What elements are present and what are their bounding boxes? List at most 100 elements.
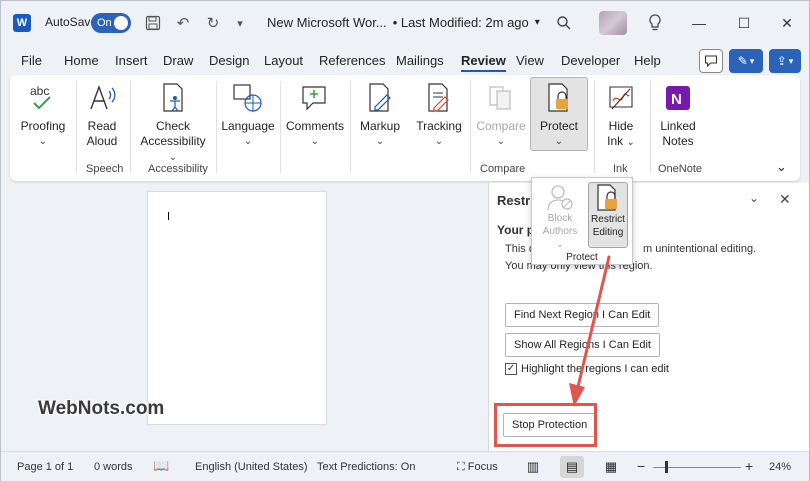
- language-status[interactable]: English (United States): [195, 461, 308, 473]
- avatar[interactable]: [599, 11, 627, 35]
- tracking-button[interactable]: Tracking ⌄: [414, 81, 464, 149]
- tab-file[interactable]: File: [21, 53, 42, 68]
- compare-button[interactable]: Compare ⌄: [476, 81, 526, 149]
- chevron-down-icon: ▾: [749, 55, 755, 66]
- text-predictions-status[interactable]: Text Predictions: On: [317, 461, 415, 473]
- tab-help[interactable]: Help: [634, 53, 661, 68]
- hide-ink-label-2: Ink ⌄: [607, 134, 635, 148]
- print-layout-button[interactable]: ▤: [560, 456, 584, 478]
- document-title[interactable]: New Microsoft Wor... • Last Modified: 2m…: [267, 15, 540, 30]
- stop-protection-highlight: [494, 403, 597, 447]
- divider: [350, 81, 351, 173]
- linked-notes-label-2: Notes: [662, 134, 694, 148]
- annotation-arrow: [569, 255, 611, 407]
- proofing-button[interactable]: abc Proofing ⌄: [18, 81, 68, 149]
- zoom-slider-thumb[interactable]: [665, 461, 668, 473]
- tab-mailings[interactable]: Mailings: [396, 53, 444, 68]
- tab-draw[interactable]: Draw: [163, 53, 193, 68]
- divider: [470, 81, 471, 173]
- menu-bar: File Home Insert Draw Design Layout Refe…: [1, 47, 809, 75]
- save-icon[interactable]: [143, 12, 163, 34]
- proofing-status-icon[interactable]: 📖: [153, 458, 169, 474]
- review-ribbon: abc Proofing ⌄ Read Aloud Speech Check A…: [10, 75, 800, 181]
- tab-review[interactable]: Review: [461, 53, 506, 72]
- svg-text:N: N: [671, 91, 682, 108]
- undo-icon[interactable]: ↶: [173, 12, 193, 34]
- redo-icon[interactable]: ↻: [203, 12, 223, 34]
- block-label-1: Block: [547, 213, 573, 224]
- autosave-toggle[interactable]: On: [91, 13, 131, 33]
- tab-insert[interactable]: Insert: [115, 53, 148, 68]
- block-authors-button[interactable]: Block Authors ⌄: [540, 182, 580, 251]
- page-count[interactable]: Page 1 of 1: [17, 461, 73, 473]
- protect-button[interactable]: Protect ⌄: [532, 81, 586, 149]
- block-authors-icon: [547, 185, 573, 211]
- compare-label: Compare: [476, 119, 526, 133]
- pane-options-icon[interactable]: ⌄: [749, 191, 759, 205]
- block-label-2: Authors ⌄: [542, 226, 578, 250]
- tracking-label: Tracking: [416, 119, 462, 133]
- linked-notes-button[interactable]: N Linked Notes: [656, 81, 700, 149]
- read-aloud-button[interactable]: Read Aloud: [82, 81, 122, 149]
- customize-icon[interactable]: ▾: [230, 12, 250, 34]
- collapse-ribbon-icon[interactable]: ⌄: [776, 159, 787, 175]
- tab-design[interactable]: Design: [209, 53, 249, 68]
- accessibility-icon: [156, 81, 190, 115]
- editing-mode-button[interactable]: ✎ ▾: [729, 49, 763, 73]
- comments-button[interactable]: Comments ⌄: [286, 81, 344, 149]
- word-count[interactable]: 0 words: [94, 461, 133, 473]
- hide-ink-button[interactable]: Hide Ink ⌄: [600, 81, 642, 150]
- divider: [650, 81, 651, 173]
- language-icon: [231, 81, 265, 115]
- new-comment-icon: [298, 81, 332, 115]
- tab-view[interactable]: View: [516, 53, 544, 68]
- close-icon[interactable]: ✕: [775, 11, 799, 35]
- highlight-checkbox[interactable]: ✓: [505, 363, 517, 375]
- focus-icon: ⛶: [457, 461, 465, 473]
- zoom-level[interactable]: 24%: [769, 461, 791, 473]
- share-button[interactable]: ⇪ ▾: [769, 49, 801, 73]
- pane-close-icon[interactable]: ✕: [779, 191, 791, 208]
- tab-home[interactable]: Home: [64, 53, 99, 68]
- web-layout-icon: ▦: [604, 459, 618, 474]
- focus-label: Focus: [467, 461, 498, 473]
- tab-layout[interactable]: Layout: [264, 53, 303, 68]
- tab-references[interactable]: References: [319, 53, 385, 68]
- watermark: WebNots.com: [38, 398, 165, 419]
- svg-text:abc: abc: [30, 84, 49, 98]
- check-label-2: Accessibility ⌄: [140, 134, 206, 163]
- lightbulb-icon[interactable]: [645, 12, 665, 34]
- linked-notes-label-1: Linked: [660, 119, 696, 133]
- language-button[interactable]: Language ⌄: [221, 81, 275, 149]
- restrict-editing-button[interactable]: Restrict Editing: [588, 182, 628, 248]
- group-label-onenote: OneNote: [658, 163, 703, 175]
- check-accessibility-button[interactable]: Check Accessibility ⌄: [136, 81, 210, 165]
- zoom-in-button[interactable]: +: [745, 458, 753, 474]
- focus-button[interactable]: ⛶ Focus: [457, 461, 498, 474]
- chevron-down-icon: ⌄: [554, 136, 564, 147]
- read-mode-icon: ▥: [526, 459, 540, 474]
- restrict-editing-icon: [597, 184, 617, 211]
- restrict-label-2: Editing: [592, 227, 624, 238]
- language-label: Language: [221, 119, 275, 133]
- markup-button[interactable]: Markup ⌄: [356, 81, 404, 149]
- minimize-icon[interactable]: —: [687, 11, 711, 35]
- pen-icon: ✎: [737, 54, 748, 68]
- document-page[interactable]: [147, 191, 327, 425]
- divider: [76, 81, 77, 173]
- divider: [216, 81, 217, 173]
- web-layout-button[interactable]: ▦: [599, 456, 623, 478]
- chevron-down-icon: ▾: [788, 55, 794, 66]
- maximize-icon[interactable]: ☐: [732, 11, 756, 35]
- tab-developer[interactable]: Developer: [561, 53, 620, 68]
- search-icon[interactable]: [554, 12, 574, 34]
- zoom-out-button[interactable]: −: [637, 458, 645, 474]
- read-aloud-label-1: Read: [87, 119, 117, 133]
- comments-pane-button[interactable]: [699, 49, 723, 73]
- onenote-icon: N: [661, 81, 695, 115]
- read-mode-button[interactable]: ▥: [521, 456, 545, 478]
- read-aloud-label-2: Aloud: [86, 134, 118, 148]
- comment-icon: [704, 55, 718, 68]
- doc-title-text: New Microsoft Wor...: [267, 15, 387, 30]
- chevron-down-icon: ⌄: [434, 136, 444, 147]
